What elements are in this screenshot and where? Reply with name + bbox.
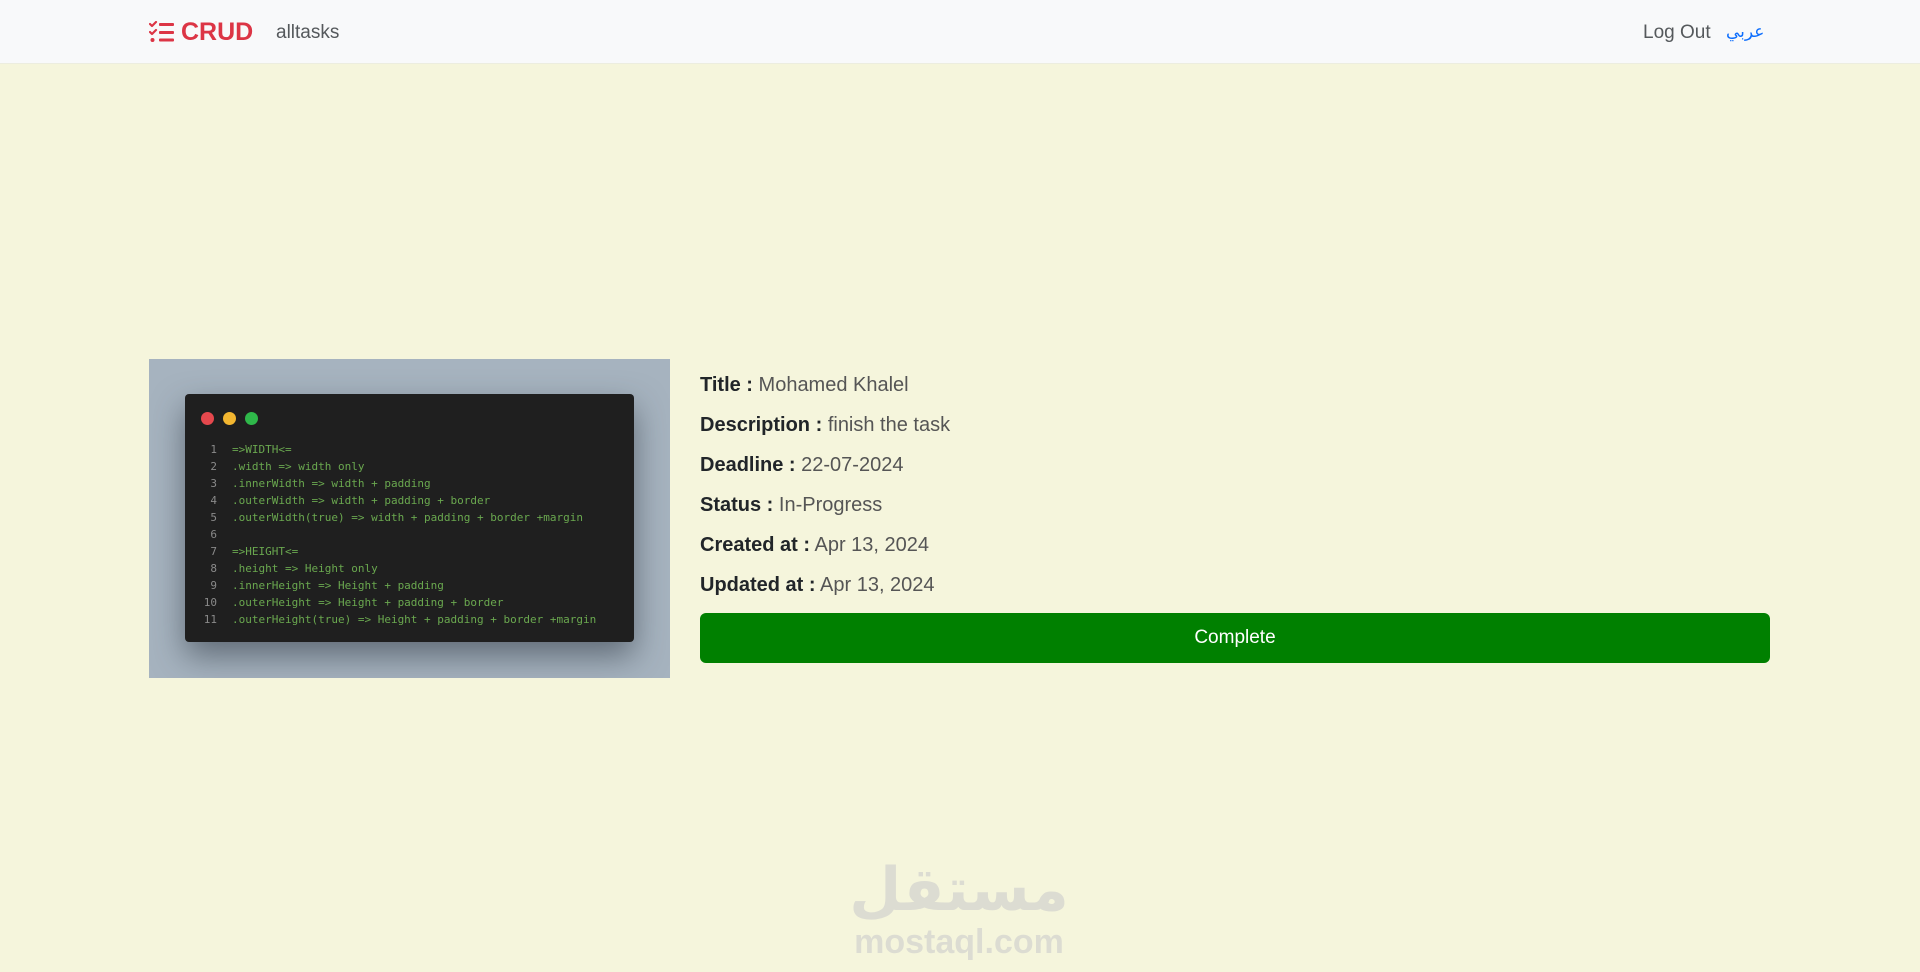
task-title-value: Mohamed Khalel (758, 374, 909, 396)
code-text: .width => width only (232, 460, 365, 473)
code-text: .height => Height only (232, 562, 378, 575)
code-line: 5 .outerWidth(true) => width + padding + … (195, 509, 596, 526)
minimize-dot-icon (223, 412, 236, 425)
brand-label: CRUD (181, 17, 254, 46)
task-created-value: Apr 13, 2024 (814, 534, 930, 556)
task-deadline-row: Deadline : 22-07-2024 (700, 453, 1770, 493)
line-number: 1 (210, 443, 217, 456)
code-line: 9 .innerHeight => Height + padding (195, 577, 596, 594)
line-number: 5 (210, 511, 217, 524)
task-description-value: finish the task (827, 414, 951, 436)
code-text: .outerWidth(true) => width + padding + b… (232, 511, 583, 524)
code-text: .outerWidth => width + padding + border (232, 494, 491, 507)
window-controls (201, 412, 258, 425)
task-deadline-value: 22-07-2024 (801, 454, 904, 476)
line-number: 4 (210, 494, 217, 507)
task-created-row: Created at : Apr 13, 2024 (700, 533, 1770, 573)
complete-button[interactable]: Complete (700, 613, 1770, 663)
field-label: Status : (700, 494, 774, 516)
line-number: 11 (203, 613, 217, 626)
field-label: Created at : (700, 534, 811, 556)
line-number: 2 (210, 460, 217, 473)
watermark-latin: mostaql.com (854, 923, 1064, 961)
code-line: 8 .height => Height only (195, 560, 596, 577)
watermark: مستقل mostaql.com (844, 858, 1074, 972)
code-line: 1 =>WIDTH<= (195, 441, 596, 458)
close-dot-icon (201, 412, 214, 425)
code-line: 2 .width => width only (195, 458, 596, 475)
task-title-row: Title : Mohamed Khalel (700, 373, 1770, 413)
field-label: Title : (700, 374, 753, 396)
code-line: 11 .outerHeight(true) => Height + padding… (195, 611, 597, 628)
logout-link[interactable]: Log Out (1643, 21, 1711, 44)
code-text: .innerWidth => width + padding (232, 477, 431, 490)
field-label: Description : (700, 414, 823, 436)
line-number: 6 (210, 528, 217, 541)
code-line: 6 (195, 526, 596, 543)
code-line: 10 .outerHeight => Height + padding + bor… (195, 594, 596, 611)
top-navbar: CRUD alltasks Log Out عربي (0, 0, 1920, 64)
code-line: 3 .innerWidth => width + padding (195, 475, 596, 492)
task-updated-row: Updated at : Apr 13, 2024 (700, 573, 1770, 613)
task-description-row: Description : finish the task (700, 413, 1770, 453)
brand-link[interactable]: CRUD (149, 18, 253, 46)
line-number: 3 (210, 477, 217, 490)
line-number: 8 (210, 562, 217, 575)
language-switch-link[interactable]: عربي (1726, 21, 1764, 44)
watermark-arabic: مستقل (849, 855, 1069, 925)
task-details: Title : Mohamed Khalel Description : fin… (700, 373, 1770, 613)
task-image: 1 =>WIDTH<= 2 .width => width only 3 .innerWi… (149, 359, 670, 678)
code-text: =>WIDTH<= (232, 443, 292, 456)
line-number: 10 (203, 596, 217, 609)
field-label: Deadline : (700, 454, 796, 476)
code-text: =>HEIGHT<= (232, 545, 299, 558)
maximize-dot-icon (245, 412, 258, 425)
code-block: 1 =>WIDTH<= 2 .width => width only 3 .innerWi… (195, 441, 597, 628)
line-number: 9 (210, 579, 217, 592)
line-number: 7 (210, 545, 217, 558)
code-line: 4 .outerWidth => width + padding + border (195, 492, 596, 509)
code-text: .innerHeight => Height + padding (232, 579, 444, 592)
code-text: .outerHeight(true) => Height + padding +… (232, 613, 597, 626)
task-status-value: In-Progress (778, 494, 883, 516)
field-label: Updated at : (700, 574, 816, 596)
nav-link-alltasks[interactable]: alltasks (276, 21, 339, 44)
code-window: 1 =>WIDTH<= 2 .width => width only 3 .innerWi… (185, 394, 634, 642)
task-status-row: Status : In-Progress (700, 493, 1770, 533)
task-updated-value: Apr 13, 2024 (820, 574, 935, 596)
code-text: .outerHeight => Height + padding + borde… (232, 596, 504, 609)
list-check-icon (149, 21, 174, 42)
code-line: 7 =>HEIGHT<= (195, 543, 596, 560)
